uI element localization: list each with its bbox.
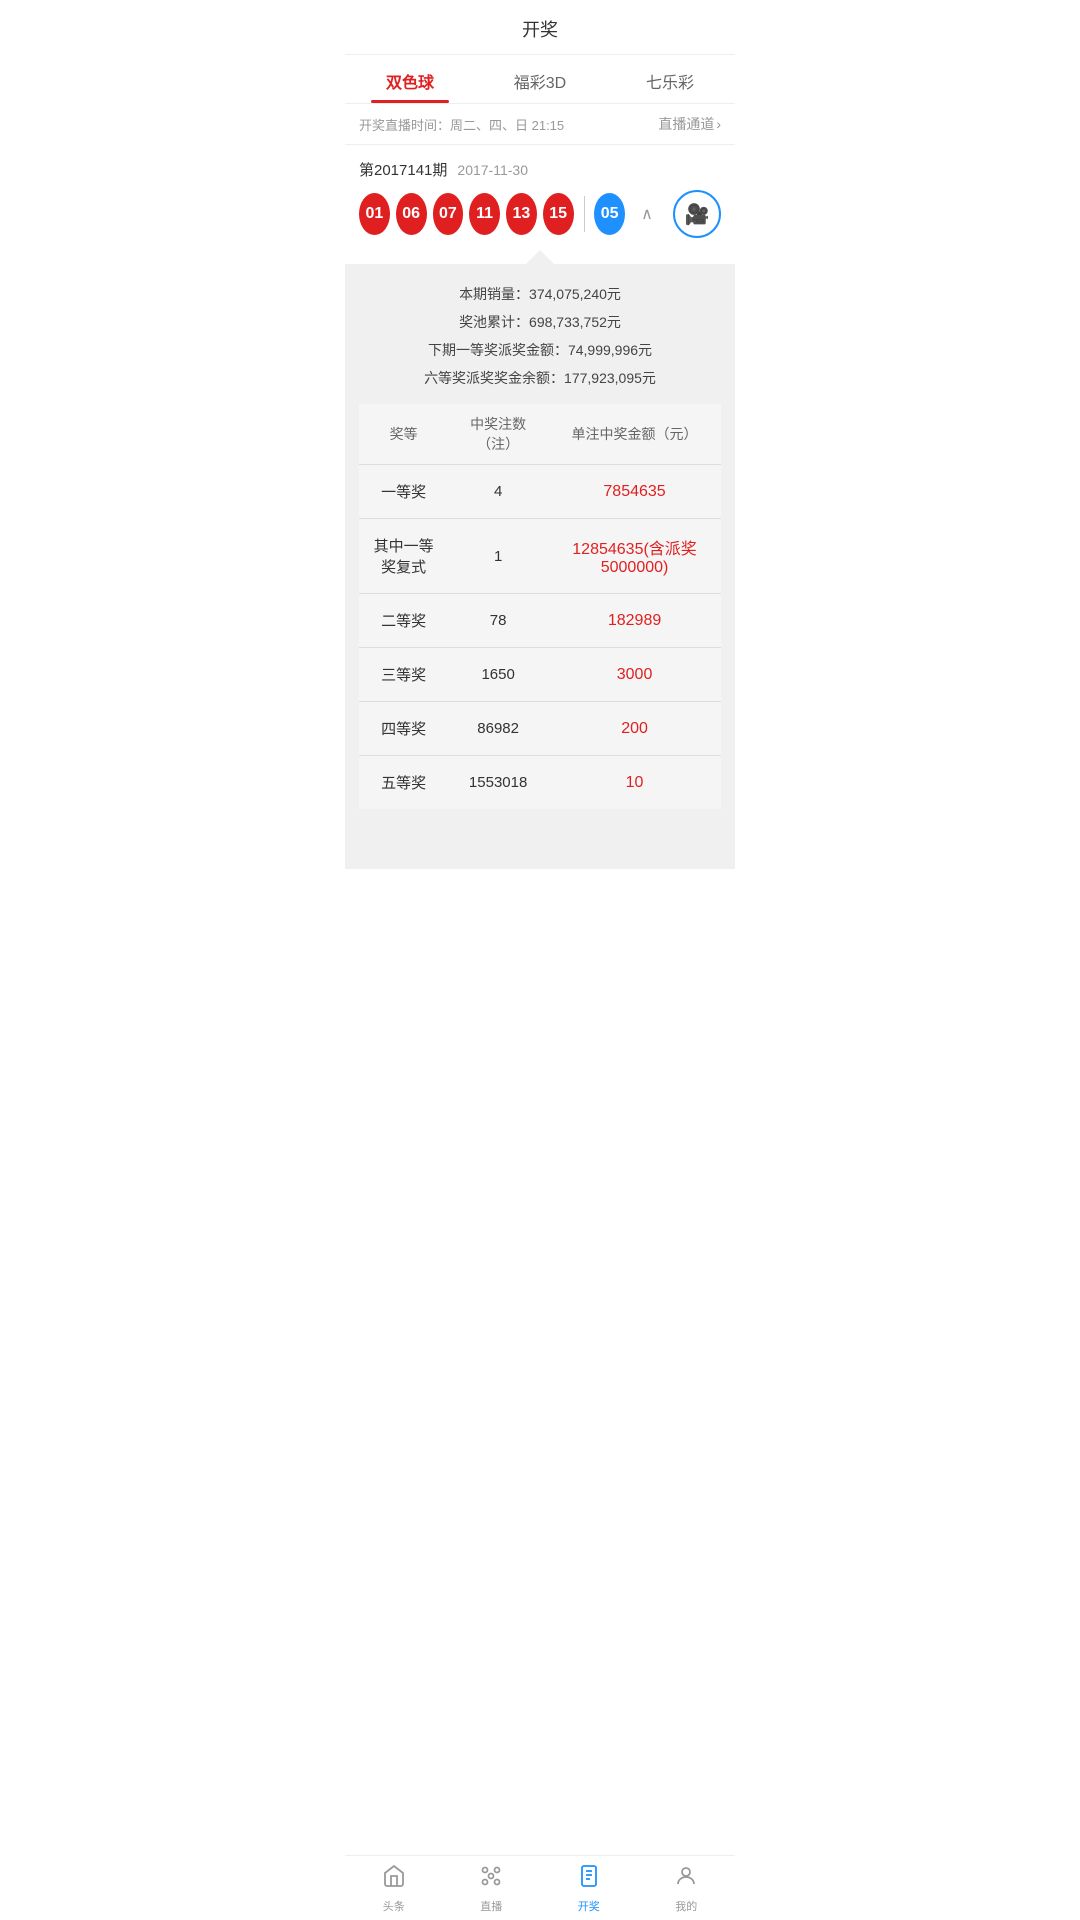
col-header-amount: 单注中奖金额（元） xyxy=(548,404,721,465)
nav-label-live: 直播 xyxy=(480,1898,502,1914)
col-header-prize: 奖等 xyxy=(359,404,448,465)
prize-name-cell: 五等奖 xyxy=(359,756,448,810)
prize-count-cell: 78 xyxy=(448,594,548,648)
nav-item-news[interactable]: 头条 xyxy=(345,1856,443,1920)
nav-label-mine: 我的 xyxy=(675,1898,697,1914)
nav-label-lottery: 开奖 xyxy=(578,1898,600,1914)
prize-name-cell: 二等奖 xyxy=(359,594,448,648)
collapse-button[interactable]: ∧ xyxy=(631,198,663,230)
lottery-icon xyxy=(577,1864,601,1894)
nav-item-mine[interactable]: 我的 xyxy=(638,1856,736,1920)
table-row: 三等奖16503000 xyxy=(359,648,721,702)
prize-count-cell: 1 xyxy=(448,519,548,594)
home-icon xyxy=(382,1864,406,1894)
red-ball-6: 15 xyxy=(543,193,574,235)
col-header-count: 中奖注数（注） xyxy=(448,404,548,465)
detail-panel: 本期销量：374,075,240元 奖池累计：698,733,752元 下期一等… xyxy=(345,264,735,869)
prize-amount-cell: 12854635(含派奖5000000) xyxy=(548,519,721,594)
prize-count-cell: 1650 xyxy=(448,648,548,702)
red-ball-3: 07 xyxy=(433,193,464,235)
prize-count-cell: 86982 xyxy=(448,702,548,756)
prize-amount-cell: 10 xyxy=(548,756,721,810)
ball-divider xyxy=(584,196,585,232)
nav-item-lottery[interactable]: 开奖 xyxy=(540,1856,638,1920)
live-time-label: 开奖直播时间：周二、四、日 21:15 xyxy=(359,115,564,134)
blue-ball: 05 xyxy=(594,193,625,235)
red-ball-1: 01 xyxy=(359,193,390,235)
red-ball-4: 11 xyxy=(469,193,500,235)
page-header: 开奖 xyxy=(345,0,735,55)
stat-sixth-remain: 六等奖派奖奖金余额：177,923,095元 xyxy=(359,364,721,392)
prize-amount-cell: 182989 xyxy=(548,594,721,648)
prize-name-cell: 一等奖 xyxy=(359,465,448,519)
user-icon xyxy=(674,1864,698,1894)
table-row: 四等奖86982200 xyxy=(359,702,721,756)
prize-name-cell: 四等奖 xyxy=(359,702,448,756)
video-button[interactable]: 🎥 xyxy=(673,190,721,238)
issue-header: 第2017141期 2017-11-30 xyxy=(359,159,721,180)
prize-table: 奖等 中奖注数（注） 单注中奖金额（元） 一等奖47854635其中一等奖复式1… xyxy=(359,404,721,809)
live-link[interactable]: 直播通道 › xyxy=(658,114,721,134)
stats-block: 本期销量：374,075,240元 奖池累计：698,733,752元 下期一等… xyxy=(359,280,721,392)
table-row: 其中一等奖复式112854635(含派奖5000000) xyxy=(359,519,721,594)
prize-amount-cell: 200 xyxy=(548,702,721,756)
bottom-nav: 头条 直播 开奖 xyxy=(345,1855,735,1920)
prize-count-cell: 4 xyxy=(448,465,548,519)
issue-date: 2017-11-30 xyxy=(457,162,528,178)
nav-item-live[interactable]: 直播 xyxy=(443,1856,541,1920)
tab-fucai[interactable]: 福彩3D xyxy=(475,55,605,103)
prize-amount-cell: 3000 xyxy=(548,648,721,702)
stat-next-first: 下期一等奖派奖金额：74,999,996元 xyxy=(359,336,721,364)
issue-number: 第2017141期 xyxy=(359,159,447,180)
prize-count-cell: 1553018 xyxy=(448,756,548,810)
panel-arrow xyxy=(345,250,735,264)
red-ball-2: 06 xyxy=(396,193,427,235)
prize-name-cell: 三等奖 xyxy=(359,648,448,702)
issue-section: 第2017141期 2017-11-30 01 06 07 11 13 15 0… xyxy=(345,145,735,250)
prize-name-cell: 其中一等奖复式 xyxy=(359,519,448,594)
tab-qile[interactable]: 七乐彩 xyxy=(605,55,735,103)
prize-amount-cell: 7854635 xyxy=(548,465,721,519)
table-row: 二等奖78182989 xyxy=(359,594,721,648)
stat-sales: 本期销量：374,075,240元 xyxy=(359,280,721,308)
tab-bar: 双色球 福彩3D 七乐彩 xyxy=(345,55,735,104)
nav-label-news: 头条 xyxy=(383,1898,405,1914)
video-icon: 🎥 xyxy=(685,202,710,227)
numbers-actions: ∧ 🎥 xyxy=(631,190,721,238)
live-bar: 开奖直播时间：周二、四、日 21:15 直播通道 › xyxy=(345,104,735,145)
table-row: 五等奖155301810 xyxy=(359,756,721,810)
page-title: 开奖 xyxy=(522,20,558,40)
chevron-right-icon: › xyxy=(716,116,721,132)
stat-pool: 奖池累计：698,733,752元 xyxy=(359,308,721,336)
numbers-row: 01 06 07 11 13 15 05 ∧ 🎥 xyxy=(359,190,721,250)
tab-shuang[interactable]: 双色球 xyxy=(345,55,475,103)
red-ball-5: 13 xyxy=(506,193,537,235)
table-row: 一等奖47854635 xyxy=(359,465,721,519)
live-icon xyxy=(479,1864,503,1894)
